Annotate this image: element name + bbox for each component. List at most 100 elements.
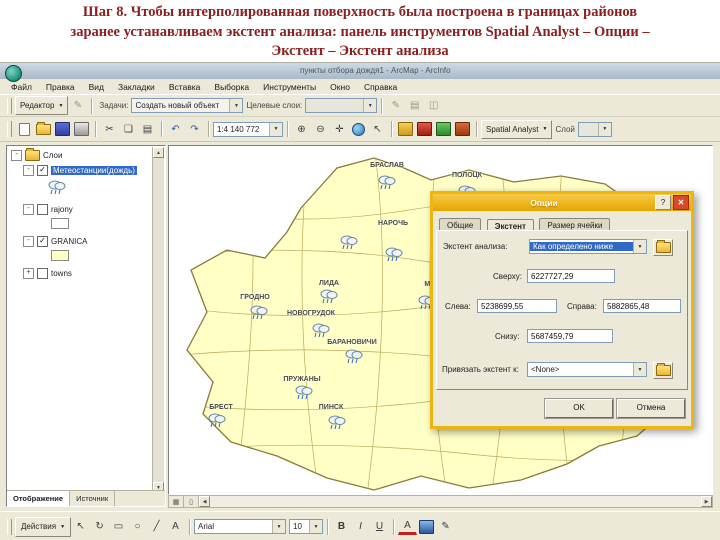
checkbox-unchecked-icon[interactable] (37, 204, 48, 215)
window-titlebar[interactable]: пункты отбора дождя1 - ArcMap - ArcInfo (0, 63, 720, 79)
help-button[interactable]: ? (655, 195, 671, 210)
undo-icon[interactable]: ↶ (166, 120, 185, 138)
bold-button[interactable]: B (332, 518, 351, 536)
sketch-tool-icon[interactable]: ✎ (68, 97, 87, 115)
underline-button[interactable]: U (370, 518, 389, 536)
toolbar-grip[interactable] (7, 518, 12, 535)
rajony-swatch[interactable] (51, 218, 69, 229)
select-arrow-icon[interactable]: ↖ (368, 120, 387, 138)
browse-snap-button[interactable] (653, 362, 673, 379)
toc-item-towns[interactable]: + towns (23, 268, 72, 279)
checkbox-unchecked-icon[interactable] (37, 268, 48, 279)
toc-item-meteostations[interactable]: - ✓ Метеостанции(дождь) (23, 165, 137, 176)
text-tool-icon[interactable]: A (166, 518, 185, 536)
line-color-icon[interactable]: ✎ (436, 518, 455, 536)
data-view-icon[interactable]: ▦ (169, 496, 184, 507)
font-combo[interactable]: Arial ▼ (194, 519, 287, 534)
tab-display[interactable]: Отображение (7, 491, 71, 506)
close-icon[interactable]: ✕ (673, 195, 689, 210)
bottom-extent-field[interactable]: 5687459,79 (527, 329, 613, 343)
menu-view[interactable]: Вид (82, 82, 111, 92)
toolbox-icon[interactable] (453, 120, 472, 138)
menu-selection[interactable]: Выборка (207, 82, 256, 92)
line-tool-icon[interactable]: ╱ (147, 518, 166, 536)
chevron-down-icon[interactable]: ▼ (633, 363, 646, 376)
redo-icon[interactable]: ↷ (185, 120, 204, 138)
menu-tools[interactable]: Инструменты (256, 82, 323, 92)
cancel-button[interactable]: Отмена (617, 399, 685, 418)
cut-icon[interactable]: ✂ (100, 120, 119, 138)
rotate-icon[interactable]: ↻ (90, 518, 109, 536)
layer-combo[interactable]: ▼ (577, 121, 612, 137)
scrollbar-track[interactable] (210, 496, 701, 507)
fill-color-icon[interactable] (417, 518, 436, 536)
menu-bookmarks[interactable]: Закладки (111, 82, 162, 92)
toolbar-grip[interactable] (7, 121, 12, 137)
chevron-down-icon[interactable]: ▼ (309, 520, 323, 533)
chevron-down-icon[interactable]: ▼ (269, 122, 282, 136)
attributes-icon[interactable]: ▤ (405, 97, 424, 115)
chevron-down-icon[interactable]: ▼ (272, 520, 286, 533)
chevron-down-icon[interactable]: ▼ (633, 240, 646, 253)
full-extent-icon[interactable] (349, 120, 368, 138)
expander-icon[interactable]: - (23, 236, 34, 247)
expander-icon[interactable]: - (11, 150, 22, 161)
chevron-down-icon[interactable]: ▼ (363, 99, 377, 112)
menu-help[interactable]: Справка (357, 82, 404, 92)
checkbox-checked-icon[interactable]: ✓ (37, 236, 48, 247)
chevron-down-icon[interactable]: ▼ (229, 99, 243, 112)
menu-edit[interactable]: Правка (39, 82, 82, 92)
left-extent-field[interactable]: 5238699,55 (477, 299, 557, 313)
checkbox-checked-icon[interactable]: ✓ (37, 165, 48, 176)
expander-icon[interactable]: - (23, 165, 34, 176)
table-icon[interactable] (434, 120, 453, 138)
sketch-properties-icon[interactable]: ◫ (424, 97, 443, 115)
analysis-extent-combo[interactable]: Как определено ниже ▼ (529, 239, 647, 254)
new-document-icon[interactable] (15, 120, 34, 138)
pan-icon[interactable]: ✛ (330, 120, 349, 138)
scroll-right-icon[interactable]: ▶ (701, 496, 712, 507)
add-data-icon[interactable] (396, 120, 415, 138)
rectangle-tool-icon[interactable]: ▭ (109, 518, 128, 536)
ok-button[interactable]: OK (545, 399, 613, 418)
menu-window[interactable]: Окно (323, 82, 357, 92)
expander-icon[interactable]: - (23, 204, 34, 215)
chevron-down-icon[interactable]: ▼ (597, 122, 611, 136)
right-extent-field[interactable]: 5882865,48 (603, 299, 681, 313)
toolbar-grip[interactable] (7, 97, 12, 114)
open-folder-icon[interactable] (34, 120, 53, 138)
snap-extent-combo[interactable]: <None> ▼ (527, 362, 647, 377)
zoom-out-icon[interactable]: ⊖ (311, 120, 330, 138)
scroll-left-icon[interactable]: ◀ (199, 496, 210, 507)
browse-extent-button[interactable] (653, 239, 673, 256)
expander-icon[interactable]: + (23, 268, 34, 279)
menu-insert[interactable]: Вставка (162, 82, 208, 92)
drawing-menu-button[interactable]: Действия ▼ (15, 516, 72, 537)
zoom-in-icon[interactable]: ⊕ (292, 120, 311, 138)
toc-item-granica[interactable]: - ✓ GRANICA (23, 236, 87, 247)
save-icon[interactable] (53, 120, 72, 138)
tab-source[interactable]: Источник (70, 491, 116, 506)
dialog-titlebar[interactable]: Опции ? ✕ (433, 194, 691, 211)
copy-icon[interactable]: ❏ (119, 120, 138, 138)
select-elements-icon[interactable]: ↖ (71, 518, 90, 536)
target-layer-combo[interactable]: ▼ (305, 98, 378, 113)
scale-combo[interactable]: 1:4 140 772 ▼ (213, 121, 283, 137)
layout-view-icon[interactable]: ▯ (184, 496, 199, 507)
font-size-combo[interactable]: 10 ▼ (289, 519, 324, 534)
task-combo[interactable]: Создать новый объект ▼ (131, 98, 244, 113)
map-horizontal-scrollbar[interactable]: ▦ ▯ ◀ ▶ (168, 495, 713, 508)
spatial-analyst-menu-button[interactable]: Spatial Analyst ▼ (481, 119, 553, 139)
edit-vertices-icon[interactable]: ✎ (386, 97, 405, 115)
font-color-icon[interactable]: A (398, 518, 418, 535)
top-extent-field[interactable]: 6227727,29 (527, 269, 615, 283)
granica-swatch[interactable] (51, 250, 69, 261)
editor-tool-icon[interactable] (415, 120, 434, 138)
circle-tool-icon[interactable]: ○ (128, 518, 147, 536)
italic-button[interactable]: I (351, 518, 370, 536)
menu-file[interactable]: Файл (4, 82, 39, 92)
print-icon[interactable] (72, 120, 91, 138)
paste-icon[interactable]: ▤ (138, 120, 157, 138)
toc-scrollbar[interactable]: ▲ ▼ (152, 147, 164, 493)
toc-root[interactable]: - Слои (11, 148, 62, 161)
